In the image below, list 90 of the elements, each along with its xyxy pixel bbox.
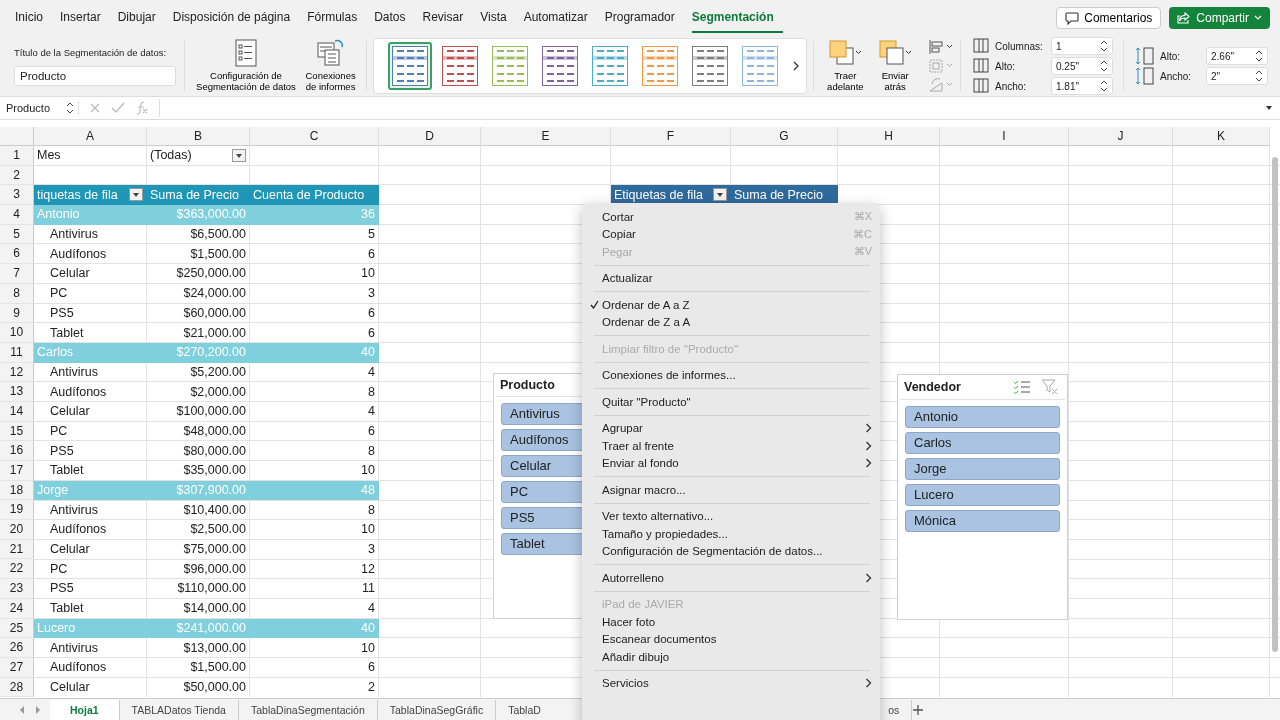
table-cell: 11 (362, 581, 375, 596)
row-label: Celular (50, 679, 90, 694)
row-label: Antivirus (50, 364, 98, 379)
column-heading: Etiquetas de fila (614, 187, 703, 202)
table-cell: 8 (368, 502, 375, 517)
row-label: PS5 (50, 581, 74, 596)
table-cell: 8 (368, 384, 375, 399)
row-label: PC (50, 561, 68, 576)
caption-label: Título de la Segmentación de datos: (14, 46, 168, 58)
filter-label: Mes (37, 148, 61, 163)
table-cell: $1,500.00 (190, 660, 246, 675)
table-cell: 10 (361, 266, 375, 281)
table-cell: $21,000.00 (183, 325, 246, 340)
field-label: Ancho: (995, 80, 1028, 92)
row-label: Antivirus (50, 640, 98, 655)
slicer-title: Vendedor (904, 380, 962, 394)
table-cell: $2,500.00 (190, 522, 246, 537)
table-cell: 10 (361, 640, 375, 655)
table-cell: 6 (368, 325, 375, 340)
table-cell: 6 (368, 423, 375, 438)
table-cell: $14,000.00 (183, 601, 246, 616)
table-cell: $2,000.00 (190, 384, 246, 399)
table-cell: 10 (361, 463, 375, 478)
group-label: Antonio (37, 207, 80, 222)
table-cell: $35,000.00 (183, 463, 246, 478)
table-cell: $24,000.00 (183, 286, 246, 301)
table-cell: $75,000.00 (183, 542, 246, 557)
table-cell: $80,000.00 (183, 443, 246, 458)
table-cell: $250,000.00 (176, 266, 246, 281)
table-cell: 4 (368, 601, 375, 616)
row-label: Tablet (50, 601, 84, 616)
table-cell: 4 (368, 364, 375, 379)
table-cell: $307,900.00 (176, 483, 246, 498)
table-cell: $241,000.00 (176, 620, 246, 635)
table-cell: $5,200.00 (190, 364, 246, 379)
column-heading: Cuenta de Producto (253, 187, 365, 202)
table-cell: 6 (368, 660, 375, 675)
column-heading: Suma de Precio (734, 187, 823, 202)
table-cell: 3 (368, 286, 375, 301)
field-label: Alto: (1160, 50, 1182, 62)
row-label: PS5 (50, 443, 74, 458)
table-cell: $270,200.00 (176, 345, 246, 360)
table-cell: $96,000.00 (183, 561, 246, 576)
table-cell: 6 (368, 246, 375, 261)
table-cell: $6,500.00 (190, 227, 246, 242)
table-cell: 6 (368, 305, 375, 320)
table-cell: 12 (361, 561, 375, 576)
table-cell: 36 (361, 207, 375, 222)
field-label: Ancho: (1160, 70, 1193, 82)
row-label: Antivirus (50, 502, 98, 517)
group-label: Lucero (37, 620, 76, 635)
table-cell: $48,000.00 (183, 423, 246, 438)
table-cell: $1,500.00 (190, 246, 246, 261)
field-label: Columnas: (995, 40, 1044, 52)
table-cell: 40 (361, 620, 375, 635)
table-cell: $10,400.00 (183, 502, 246, 517)
column-heading: Suma de Precio (150, 187, 239, 202)
row-label: Celular (50, 542, 90, 557)
table-cell: $110,000.00 (177, 581, 246, 596)
row-label: Audífonos (50, 522, 107, 537)
slicer-title: Producto (500, 378, 556, 392)
table-cell: 10 (361, 522, 375, 537)
row-label: Audífonos (50, 246, 107, 261)
row-label: Celular (50, 266, 90, 281)
row-label: Celular (50, 404, 90, 419)
row-label: PC (50, 286, 68, 301)
table-cell: $50,000.00 (183, 679, 246, 694)
row-label: PS5 (50, 305, 74, 320)
table-cell: 48 (361, 483, 375, 498)
table-cell: 3 (368, 542, 375, 557)
table-cell: $13,000.00 (183, 640, 246, 655)
row-label: Tablet (50, 325, 84, 340)
column-heading: tiquetas de fila (37, 187, 118, 202)
table-cell: 40 (361, 345, 375, 360)
table-cell: 4 (368, 404, 375, 419)
row-label: PC (50, 423, 68, 438)
table-cell: $60,000.00 (183, 305, 246, 320)
row-label: Audífonos (50, 384, 107, 399)
row-label: Tablet (50, 463, 84, 478)
row-label: Antivirus (50, 227, 98, 242)
table-cell: $363,000.00 (176, 207, 246, 222)
row-label: Audífonos (50, 660, 107, 675)
table-cell: 5 (368, 227, 375, 242)
group-label: Jorge (37, 483, 69, 498)
table-cell: 2 (368, 679, 375, 694)
table-cell: $100,000.00 (176, 404, 246, 419)
table-cell: 8 (368, 443, 375, 458)
filter-value: (Todas) (150, 148, 192, 163)
group-label: Carlos (37, 345, 74, 360)
field-label: Alto: (995, 60, 1017, 72)
